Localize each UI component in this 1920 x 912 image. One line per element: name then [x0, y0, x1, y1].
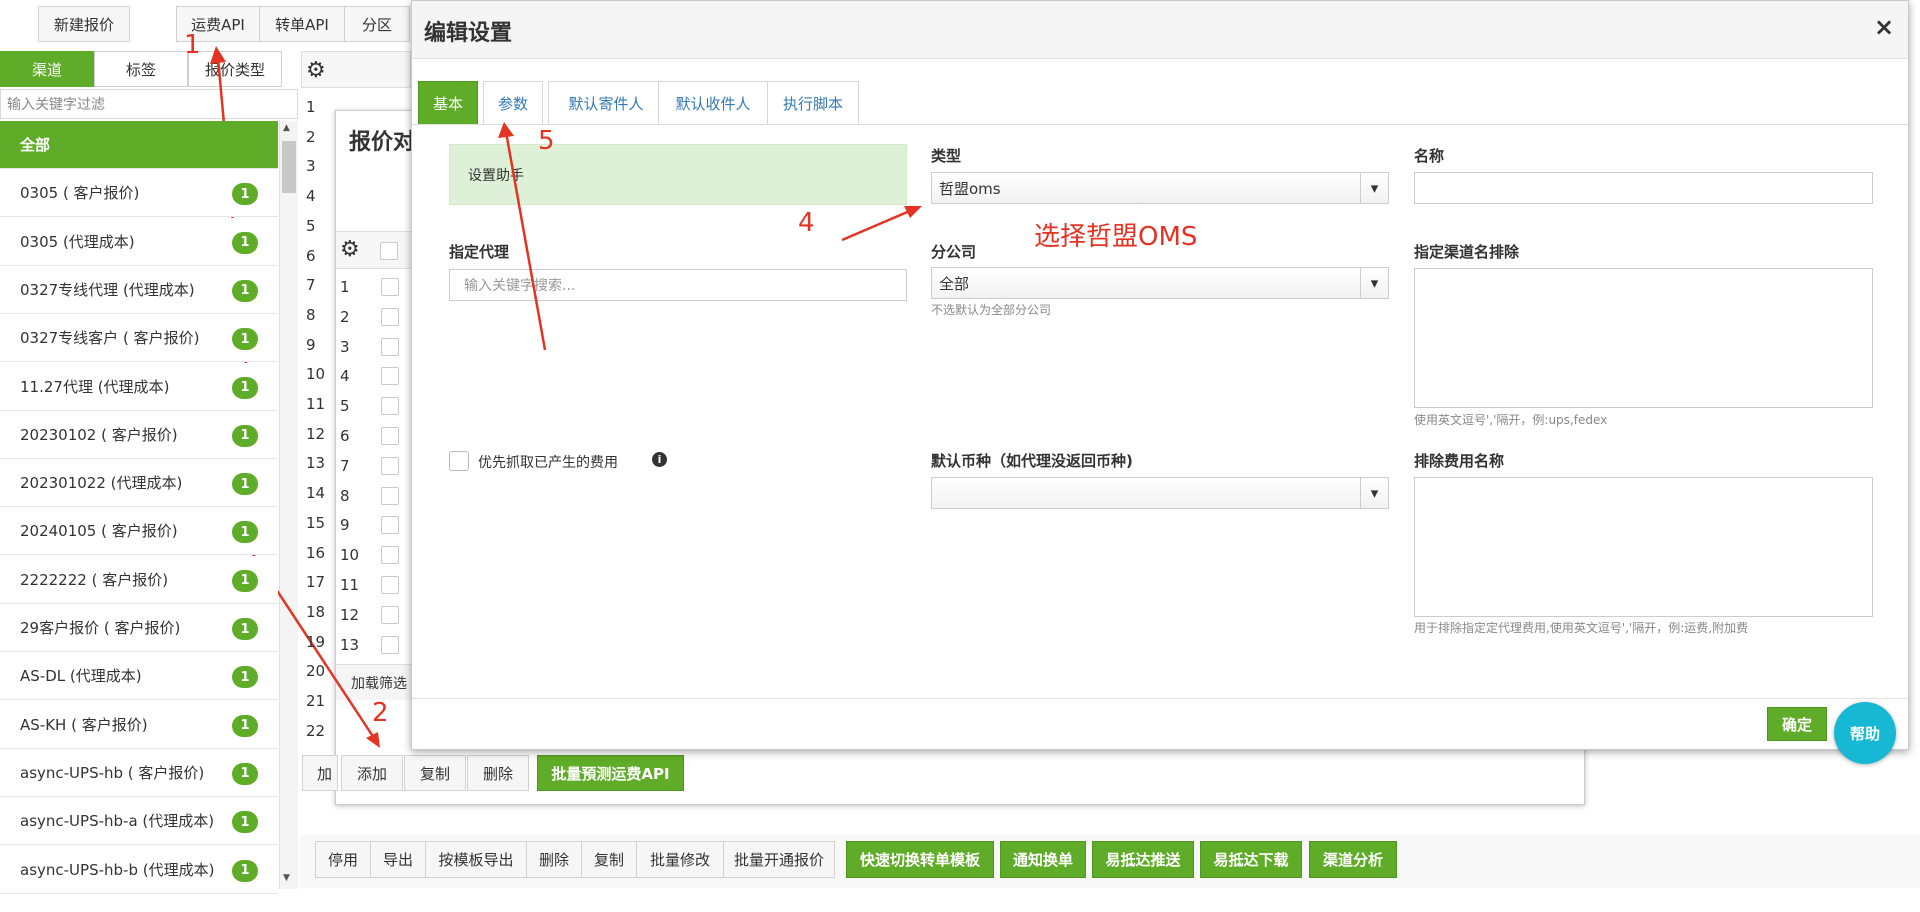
grid-row-number: 1: [306, 98, 316, 116]
list-item-label: 11.27代理 (代理成本): [20, 377, 170, 396]
count-badge: 1: [232, 666, 258, 689]
grid-row-number: 12: [306, 424, 326, 443]
list-item[interactable]: 20230102 ( 客户报价) 1: [0, 410, 278, 459]
list-item[interactable]: 0305 (代理成本) 1: [0, 217, 278, 266]
count-badge: 1: [232, 473, 258, 496]
list-item[interactable]: async-UPS-hb ( 客户报价) 1: [0, 748, 278, 797]
grid-row-number: 2: [306, 127, 316, 146]
list-item-label: 20230102 ( 客户报价): [20, 425, 178, 444]
list-item[interactable]: async-UPS-hb-b (代理成本) 1: [0, 845, 278, 894]
grid-row-number: 17: [306, 573, 326, 592]
list-item-label: 全部: [20, 136, 51, 154]
list-item-label: 29客户报价 ( 客户报价): [20, 619, 181, 637]
grid-row-number: 5: [306, 216, 316, 235]
grid-row-number: 13: [306, 454, 326, 473]
count-badge: 1: [232, 231, 258, 254]
list-item-label: 0327专线代理 (代理成本): [20, 280, 195, 299]
arrow-line-5: [504, 131, 547, 351]
list-item-label: AS-KH ( 客户报价): [20, 715, 148, 734]
annotation-number-2: 2: [372, 698, 389, 728]
grid-row-number: 9: [306, 335, 316, 354]
list-item[interactable]: 0305 ( 客户报价) 1: [0, 169, 278, 218]
list-item[interactable]: async-UPS-hb-a (代理成本) 1: [0, 797, 278, 846]
annotation-number-1: 1: [184, 30, 201, 60]
list-item-label: 0327专线客户 ( 客户报价): [20, 329, 200, 348]
grid-row-number: 21: [306, 692, 326, 710]
list-item-label: async-UPS-hb-a (代理成本): [20, 812, 215, 831]
annotation-choose-oms: 选择哲盟OMS: [1034, 222, 1198, 252]
grid-row-number: 11: [306, 395, 326, 413]
list-item-label: 0305 (代理成本): [20, 232, 135, 251]
list-item-label: 202301022 (代理成本): [20, 474, 183, 493]
grid-row-number: 4: [306, 187, 316, 206]
list-item-label: 2222222 ( 客户报价): [20, 570, 169, 589]
arrow-line-4: [841, 208, 913, 242]
list-item[interactable]: 全部: [0, 121, 278, 169]
count-badge: 1: [232, 762, 258, 785]
annotation-arrows: [210, 46, 922, 748]
list-item-label: AS-DL (代理成本): [20, 667, 142, 686]
count-badge: 1: [232, 279, 258, 302]
annotation-number-4: 4: [798, 208, 815, 238]
annotation-number-5: 5: [538, 126, 555, 156]
grid-row-number: 16: [306, 543, 326, 562]
grid-row-number: 19: [306, 632, 326, 651]
count-badge: 1: [232, 811, 258, 834]
list-item[interactable]: 0327专线客户 ( 客户报价) 1: [0, 314, 278, 363]
arrow-head-5: [498, 122, 514, 138]
list-item[interactable]: 202301022 (代理成本) 1: [0, 459, 278, 508]
count-badge: 1: [232, 424, 258, 447]
count-badge: 1: [232, 859, 258, 882]
list-item-label: async-UPS-hb-b (代理成本): [20, 860, 215, 879]
list-item[interactable]: AS-KH ( 客户报价) 1: [0, 700, 278, 749]
count-badge: 1: [232, 183, 258, 206]
list-item[interactable]: 29客户报价 ( 客户报价) 1: [0, 604, 278, 652]
grid-row-number: 8: [306, 305, 316, 324]
count-badge: 1: [232, 569, 258, 592]
grid-row-number: 6: [306, 246, 316, 265]
count-badge: 1: [232, 714, 258, 737]
count-badge: 1: [232, 521, 258, 544]
list-item-label: 0305 ( 客户报价): [20, 184, 140, 203]
count-badge: 1: [232, 376, 258, 399]
grid-row-number: 14: [306, 484, 326, 503]
list-item[interactable]: 0327专线代理 (代理成本) 1: [0, 265, 278, 314]
arrow-head-1: [210, 46, 226, 64]
list-item[interactable]: 11.27代理 (代理成本) 1: [0, 362, 278, 411]
list-item-label: async-UPS-hb ( 客户报价): [20, 763, 205, 782]
list-item[interactable]: 20240105 ( 客户报价) 1: [0, 507, 278, 556]
grid-row-number: 20: [306, 662, 326, 681]
grid-row-number: 22: [306, 721, 326, 740]
list-item[interactable]: 2222222 ( 客户报价) 1: [0, 555, 278, 604]
list-item[interactable]: AS-DL (代理成本) 1: [0, 652, 278, 701]
grid-row-number: 10: [306, 365, 326, 384]
grid-row-number: 3: [306, 157, 316, 176]
list-item-label: 20240105 ( 客户报价): [20, 522, 178, 541]
count-badge: 1: [232, 328, 258, 351]
grid-row-number: 18: [306, 602, 326, 621]
grid-row-number: 7: [306, 276, 316, 295]
grid-row-number: 15: [306, 513, 326, 532]
count-badge: 1: [232, 618, 258, 640]
